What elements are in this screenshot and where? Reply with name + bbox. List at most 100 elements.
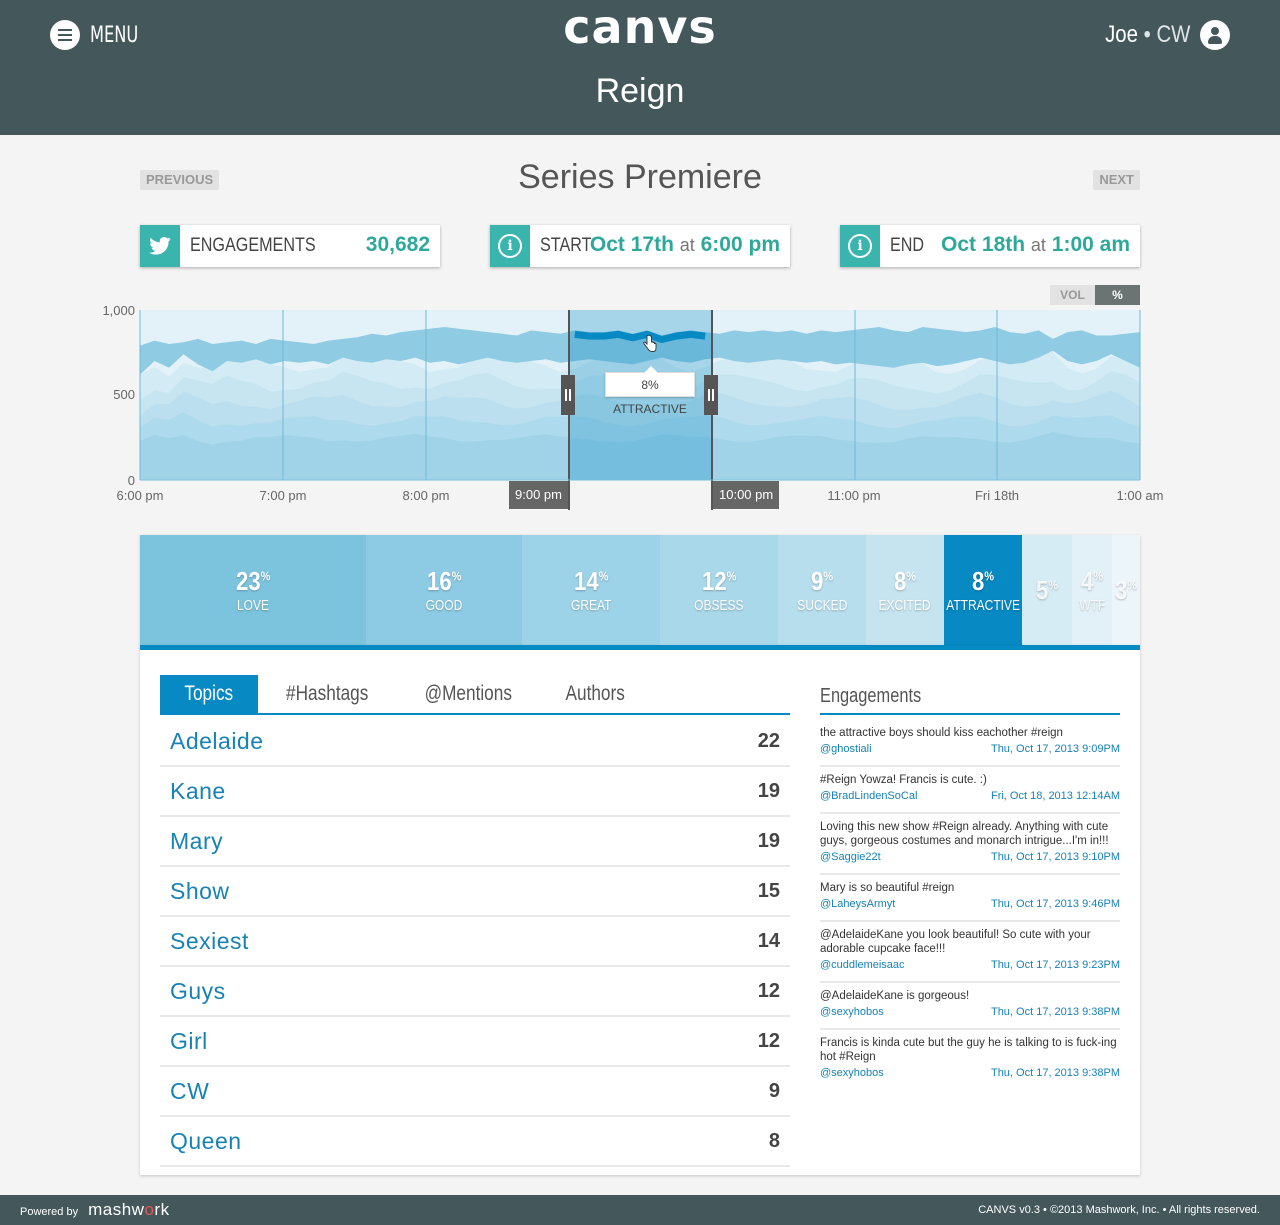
info-icon: i <box>490 225 530 267</box>
x-tick-label: 8:00 pm <box>402 488 450 503</box>
engagement-time: Thu, Oct 17, 2013 9:38PM <box>990 1006 1120 1018</box>
engagement-author-link[interactable]: @cuddlemeisaac <box>820 959 905 971</box>
sentiment-label: WTF <box>1078 597 1105 614</box>
topic-row[interactable]: Sexiest 14 <box>160 917 790 967</box>
sentiment-segment[interactable]: 8% ATTRACTIVE <box>944 535 1022 645</box>
user-menu[interactable]: Joe • CW <box>1090 20 1230 50</box>
engagement-text: #Reign Yowza! Francis is cute. :) <box>820 774 987 786</box>
powered-by: Powered by mashwork <box>20 1200 170 1220</box>
end-label: END <box>890 235 925 256</box>
engagement-author-link[interactable]: @ghostiali <box>820 743 872 755</box>
engagement-text: Francis is kinda cute but the guy he is … <box>820 1037 1117 1063</box>
engagement-time: Thu, Oct 17, 2013 9:09PM <box>990 743 1120 755</box>
engagements-value: 30,682 <box>365 233 430 256</box>
engagements-card: ENGAGEMENTS 30,682 <box>140 225 440 267</box>
sentiment-segment[interactable]: 8% EXCITED <box>866 535 944 645</box>
topic-name: Mary <box>170 827 224 854</box>
sentiment-label: SUCKED <box>796 597 847 614</box>
selection-start-handle[interactable] <box>561 375 575 415</box>
copyright: CANVS v0.3 • ©2013 Mashwork, Inc. • All … <box>978 1204 1260 1216</box>
sentiment-percent: 23% <box>235 566 271 596</box>
next-episode-button[interactable]: NEXT <box>1093 170 1140 190</box>
topic-row[interactable]: CW 9 <box>160 1067 790 1117</box>
engagement-item: the attractive boys should kiss eachothe… <box>820 720 1120 767</box>
engagement-time: Thu, Oct 17, 2013 9:10PM <box>990 851 1120 863</box>
engagement-time: Thu, Oct 17, 2013 9:46PM <box>990 898 1120 910</box>
tab-authors[interactable]: Authors <box>540 675 650 713</box>
start-card[interactable]: i START Oct 17th at 6:00 pm <box>490 225 790 267</box>
sentiment-percent: 8% <box>971 566 995 596</box>
topic-row[interactable]: Kane 19 <box>160 767 790 817</box>
start-value: Oct 17th at 6:00 pm <box>589 233 780 256</box>
end-card[interactable]: i END Oct 18th at 1:00 am <box>840 225 1140 267</box>
topic-count: 14 <box>757 929 780 952</box>
selection-end-handle[interactable] <box>704 375 718 415</box>
engagement-item: Mary is so beautiful #reign @LaheysArmyt… <box>820 875 1120 922</box>
topic-row[interactable]: Show 15 <box>160 867 790 917</box>
topic-tabs: Topics #Hashtags @Mentions Authors <box>160 675 790 715</box>
sentiment-label: OBSESS <box>694 597 744 614</box>
sentiment-label: GREAT <box>570 597 612 614</box>
topic-count: 19 <box>757 829 780 852</box>
sentiment-segment[interactable]: 12% OBSESS <box>660 535 778 645</box>
y-tick-label: 0 <box>127 473 135 488</box>
sentiment-label: EXCITED <box>878 597 931 614</box>
engagement-item: Francis is kinda cute but the guy he is … <box>820 1030 1120 1089</box>
engagements-panel-title: Engagements <box>820 685 1120 715</box>
topic-count: 12 <box>757 979 780 1002</box>
topic-row[interactable]: Queen 8 <box>160 1117 790 1167</box>
selection-start-tag: 9:00 pm <box>509 481 568 509</box>
footer: Powered by mashwork CANVS v0.3 • ©2013 M… <box>0 1195 1280 1225</box>
canvs-logo[interactable]: canvs <box>0 0 1280 54</box>
topic-row[interactable]: Adelaide 22 <box>160 717 790 767</box>
engagement-author-link[interactable]: @Saggie22t <box>820 851 881 863</box>
y-tick-label: 500 <box>113 387 135 402</box>
engagement-author-link[interactable]: @sexyhobos <box>820 1067 884 1079</box>
tab-hashtags[interactable]: #Hashtags <box>258 675 396 713</box>
tab-topics[interactable]: Topics <box>160 675 258 713</box>
sentiment-percent: 3% <box>1114 574 1138 605</box>
engagement-text: @AdelaideKane is gorgeous! <box>820 990 970 1002</box>
topic-count: 22 <box>757 729 780 752</box>
sentiment-segment[interactable]: 3% <box>1112 535 1140 645</box>
topic-row[interactable]: Guys 12 <box>160 967 790 1017</box>
sentiment-segment[interactable]: 23% LOVE <box>140 535 366 645</box>
sentiment-segment[interactable]: 4% WTF <box>1072 535 1112 645</box>
engagement-item: @AdelaideKane is gorgeous! @sexyhobos Thu… <box>820 983 1120 1030</box>
sentiment-percent: 12% <box>701 566 737 596</box>
engagement-author-link[interactable]: @sexyhobos <box>820 1006 884 1018</box>
sentiment-percent: 14% <box>573 566 609 596</box>
topic-count: 9 <box>768 1079 780 1102</box>
topic-count: 15 <box>757 879 780 902</box>
topic-name: Adelaide <box>170 727 264 754</box>
engagement-author-link[interactable]: @BradLindenSoCal <box>820 790 917 802</box>
engagements-label: ENGAGEMENTS <box>190 235 316 256</box>
show-title: Reign <box>595 72 685 110</box>
sentiment-segment[interactable]: 9% SUCKED <box>778 535 866 645</box>
engagement-time: Thu, Oct 17, 2013 9:38PM <box>990 1067 1120 1079</box>
x-tick-label: 7:00 pm <box>259 488 307 503</box>
topic-count: 8 <box>768 1129 780 1152</box>
sentiment-percent: 4% <box>1080 566 1104 596</box>
topic-row[interactable]: Girl 12 <box>160 1017 790 1067</box>
topic-name: Show <box>170 877 230 904</box>
topic-count: 19 <box>757 779 780 802</box>
user-avatar-icon[interactable] <box>1200 20 1230 50</box>
sentiment-percent: 16% <box>426 566 462 596</box>
sentiment-segment[interactable]: 5% <box>1022 535 1072 645</box>
sentiment-segment[interactable]: 16% GOOD <box>366 535 522 645</box>
engagement-item: @AdelaideKane you look beautiful! So cut… <box>820 922 1120 983</box>
topic-row[interactable]: Mary 19 <box>160 817 790 867</box>
tab-mentions[interactable]: @Mentions <box>396 675 541 713</box>
episode-title: Series Premiere <box>518 158 762 196</box>
selection-end-tag: 10:00 pm <box>713 481 780 509</box>
engagement-text: the attractive boys should kiss eachothe… <box>820 727 1063 739</box>
topic-name: Sexiest <box>170 927 249 954</box>
sentiment-percent: 5% <box>1035 574 1059 605</box>
mashwork-logo[interactable]: mashwork <box>88 1200 170 1220</box>
engagement-author-link[interactable]: @LaheysArmyt <box>820 898 895 910</box>
sentiment-segment[interactable]: 14% GREAT <box>522 535 660 645</box>
sentiment-label: ATTRACTIVE <box>946 597 1020 614</box>
app-header: MENU canvs Joe • CW Reign <box>0 0 1280 135</box>
engagement-time: Thu, Oct 17, 2013 9:23PM <box>990 959 1120 971</box>
